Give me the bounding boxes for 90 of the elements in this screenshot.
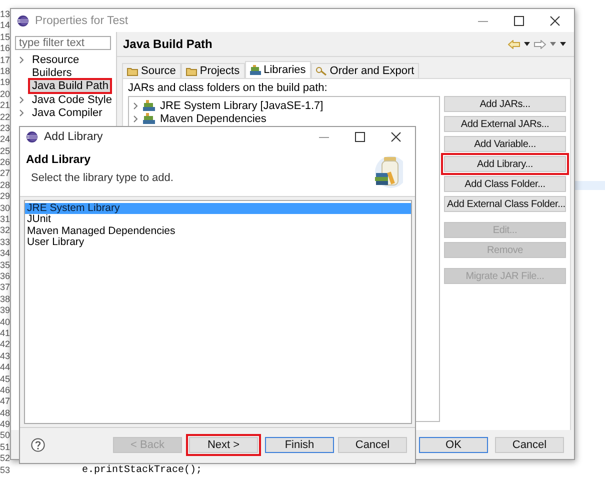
list-item[interactable]: User Library <box>25 237 411 249</box>
line-number: 38 <box>0 294 10 306</box>
maximize-icon[interactable] <box>514 16 524 26</box>
line-number: 26 <box>0 157 10 168</box>
line-number: 47 <box>0 396 10 408</box>
line-number: 22 <box>0 112 10 123</box>
tab[interactable]: Order and Export <box>310 63 420 78</box>
line-number: 19 <box>0 77 10 89</box>
action-button[interactable]: Add JARs... <box>444 96 566 112</box>
filter-field[interactable]: type filter text <box>15 36 111 50</box>
library-icon <box>143 113 155 124</box>
line-number: 48 <box>0 408 10 420</box>
forward-arrow-icon[interactable] <box>534 40 546 48</box>
tab[interactable]: Libraries <box>244 61 311 78</box>
wizard-button[interactable]: Next > <box>189 437 258 454</box>
line-number: 14 <box>0 20 10 32</box>
folder-icon <box>127 66 138 76</box>
action-button[interactable]: Add External Class Folder... <box>444 196 566 212</box>
line-number: 18 <box>0 66 10 78</box>
line-number: 17 <box>0 54 10 66</box>
action-button[interactable]: Add External JARs... <box>444 116 566 132</box>
line-number: 15 <box>0 32 10 44</box>
line-number: 13 <box>0 9 10 20</box>
line-number: 51 <box>0 442 10 454</box>
line-number: 31 <box>0 214 10 226</box>
line-number: 39 <box>0 305 10 317</box>
books-icon <box>250 65 261 75</box>
wizard-button[interactable]: Finish <box>265 437 334 454</box>
line-number: 52 <box>0 453 10 465</box>
line-number: 29 <box>0 191 10 203</box>
line-number: 25 <box>0 146 10 158</box>
line-number: 53 <box>0 464 10 476</box>
folder-icon <box>186 66 197 76</box>
line-number: 21 <box>0 100 10 112</box>
line-number: 36 <box>0 270 10 282</box>
tab[interactable]: Source <box>122 63 181 78</box>
list-label: JARs and class folders on the build path: <box>128 82 328 96</box>
list-item[interactable]: JRE System Library <box>25 202 411 214</box>
window-title: Add Library <box>44 131 104 143</box>
wizard-button[interactable]: Cancel <box>338 437 407 454</box>
code-line: e.printStackTrace(); <box>81 464 202 476</box>
page-title: Java Build Path <box>123 37 214 51</box>
line-number: 37 <box>0 282 10 294</box>
tree-item[interactable]: Java Build Path <box>28 78 112 94</box>
line-number: 40 <box>0 316 10 328</box>
eclipse-icon <box>26 131 38 143</box>
tab[interactable]: Projects <box>180 63 245 78</box>
menu-icon[interactable] <box>560 42 566 46</box>
caret-icon[interactable] <box>524 42 530 46</box>
line-number: 45 <box>0 374 10 385</box>
line-number: 44 <box>0 362 10 374</box>
help-icon[interactable] <box>31 438 45 452</box>
line-number: 34 <box>0 248 10 260</box>
line-number: 24 <box>0 134 10 146</box>
line-number: 30 <box>0 202 10 214</box>
line-number: 41 <box>0 328 10 340</box>
line-number: 35 <box>0 260 10 271</box>
tree-item[interactable]: Resource <box>28 52 84 68</box>
line-number: 50 <box>0 430 10 442</box>
line-number: 46 <box>0 384 10 396</box>
eclipse-icon <box>17 14 29 26</box>
tree-item[interactable]: Java Compiler <box>28 105 106 122</box>
list-item[interactable]: JUnit <box>25 214 411 226</box>
line-number: 16 <box>0 43 10 55</box>
tree-item[interactable]: JRE System Library [JavaSE-1.7] <box>160 100 324 112</box>
line-number: 49 <box>0 419 10 430</box>
tree-item[interactable]: Java Code Style <box>28 92 116 108</box>
dialog-description: Select the library type to add. <box>31 172 174 184</box>
action-button[interactable]: Add Library... <box>444 156 566 172</box>
list-item[interactable]: Maven Managed Dependencies <box>25 226 411 238</box>
cancel-button[interactable]: Cancel <box>495 436 564 452</box>
line-number: 33 <box>0 236 10 248</box>
line-number: 27 <box>0 168 10 180</box>
line-number: 32 <box>0 225 10 237</box>
ok-button[interactable]: OK <box>419 436 488 452</box>
line-number: 28 <box>0 180 10 192</box>
close-icon[interactable] <box>550 16 560 26</box>
window-title: Properties for Test <box>35 14 130 26</box>
close-icon[interactable] <box>391 132 401 142</box>
maximize-icon[interactable] <box>355 132 365 142</box>
action-button[interactable]: Add Variable... <box>444 136 566 152</box>
line-number: 42 <box>0 339 10 351</box>
line-number: 20 <box>0 88 10 100</box>
line-number: 43 <box>0 350 10 362</box>
action-button[interactable]: Add Class Folder... <box>444 176 566 192</box>
line-number: 23 <box>0 122 10 134</box>
tree-item[interactable]: Maven Dependencies <box>160 112 266 124</box>
library-icon <box>143 100 155 111</box>
jar-icon <box>373 154 403 188</box>
dialog-heading: Add Library <box>26 154 92 166</box>
